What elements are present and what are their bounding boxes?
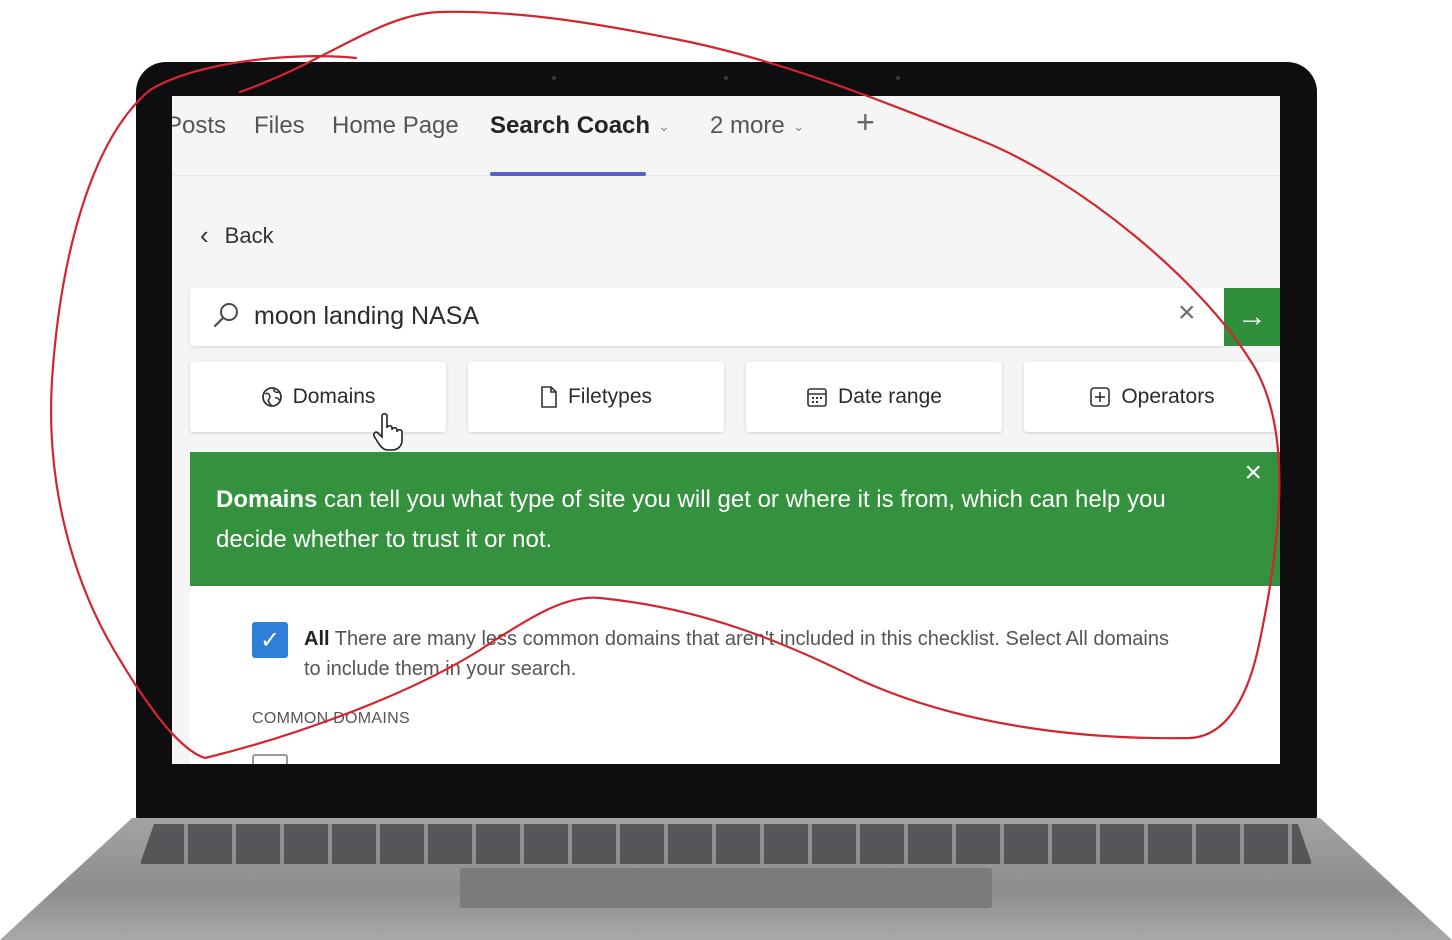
- hand-cursor-icon: [373, 412, 403, 451]
- search-icon: [213, 303, 238, 328]
- tab-bar: Posts Files Home Page Search Coach ⌄ 2 m…: [172, 96, 1280, 176]
- sensor-dot: [552, 76, 556, 80]
- date-range-button[interactable]: Date range: [746, 362, 1002, 432]
- close-icon[interactable]: ×: [1244, 458, 1262, 488]
- plus-box-icon: [1090, 387, 1111, 407]
- trackpad: [460, 868, 992, 908]
- info-term: Domains: [216, 486, 318, 513]
- all-description: There are many less common domains that …: [304, 628, 1169, 680]
- back-label: Back: [224, 222, 274, 248]
- tab-label: Home Page: [332, 112, 459, 139]
- tab-label: 2 more: [710, 112, 785, 139]
- all-label: All: [304, 628, 330, 650]
- chevron-down-icon: ⌄: [658, 117, 670, 134]
- file-icon: [541, 386, 557, 408]
- date-range-label: Date range: [838, 385, 942, 408]
- search-submit-button[interactable]: →: [1224, 288, 1280, 346]
- search-value: moon landing NASA: [254, 302, 480, 330]
- tab-label: Posts: [172, 112, 227, 139]
- tab-label: Search Coach: [490, 112, 651, 139]
- common-domains-heading: COMMON DOMAINS: [252, 710, 410, 727]
- checkmark-icon: ✓: [259, 626, 281, 654]
- calendar-icon: [807, 388, 827, 407]
- info-text: can tell you what type of site you will …: [216, 486, 1166, 553]
- domains-info-banner: Domains can tell you what type of site y…: [190, 452, 1280, 586]
- select-all-checkbox[interactable]: ✓: [252, 622, 288, 658]
- tab-home-page[interactable]: Home Page: [332, 112, 459, 140]
- select-all-label: All There are many less common domains t…: [304, 624, 1184, 684]
- tab-files[interactable]: Files: [254, 112, 305, 140]
- close-icon[interactable]: ×: [1178, 298, 1196, 328]
- domains-label: Domains: [292, 385, 376, 408]
- screen: Posts Files Home Page Search Coach ⌄ 2 m…: [172, 96, 1280, 764]
- tab-search-coach[interactable]: Search Coach ⌄: [490, 112, 670, 140]
- filetypes-label: Filetypes: [567, 385, 653, 408]
- plus-icon[interactable]: +: [856, 104, 875, 141]
- tab-more[interactable]: 2 more ⌄: [710, 112, 804, 140]
- tab-posts[interactable]: Posts: [172, 112, 226, 140]
- chevron-left-icon: ‹: [200, 220, 209, 250]
- domain-checkbox[interactable]: [252, 754, 288, 764]
- camera-dot: [724, 76, 728, 80]
- globe-icon: [261, 387, 282, 407]
- search-input[interactable]: moon landing NASA ×: [190, 288, 1224, 346]
- operators-button[interactable]: Operators: [1024, 362, 1280, 432]
- back-button[interactable]: ‹ Back: [200, 220, 274, 251]
- filetypes-button[interactable]: Filetypes: [468, 362, 724, 432]
- operators-label: Operators: [1121, 385, 1215, 408]
- tab-label: Files: [254, 112, 305, 139]
- active-tab-indicator: [490, 172, 646, 176]
- keyboard: [140, 824, 1312, 864]
- domains-checklist: ✓ All There are many less common domains…: [190, 586, 1280, 764]
- arrow-right-icon: →: [1237, 300, 1267, 333]
- sensor-dot: [896, 76, 900, 80]
- chevron-down-icon: ⌄: [792, 117, 805, 134]
